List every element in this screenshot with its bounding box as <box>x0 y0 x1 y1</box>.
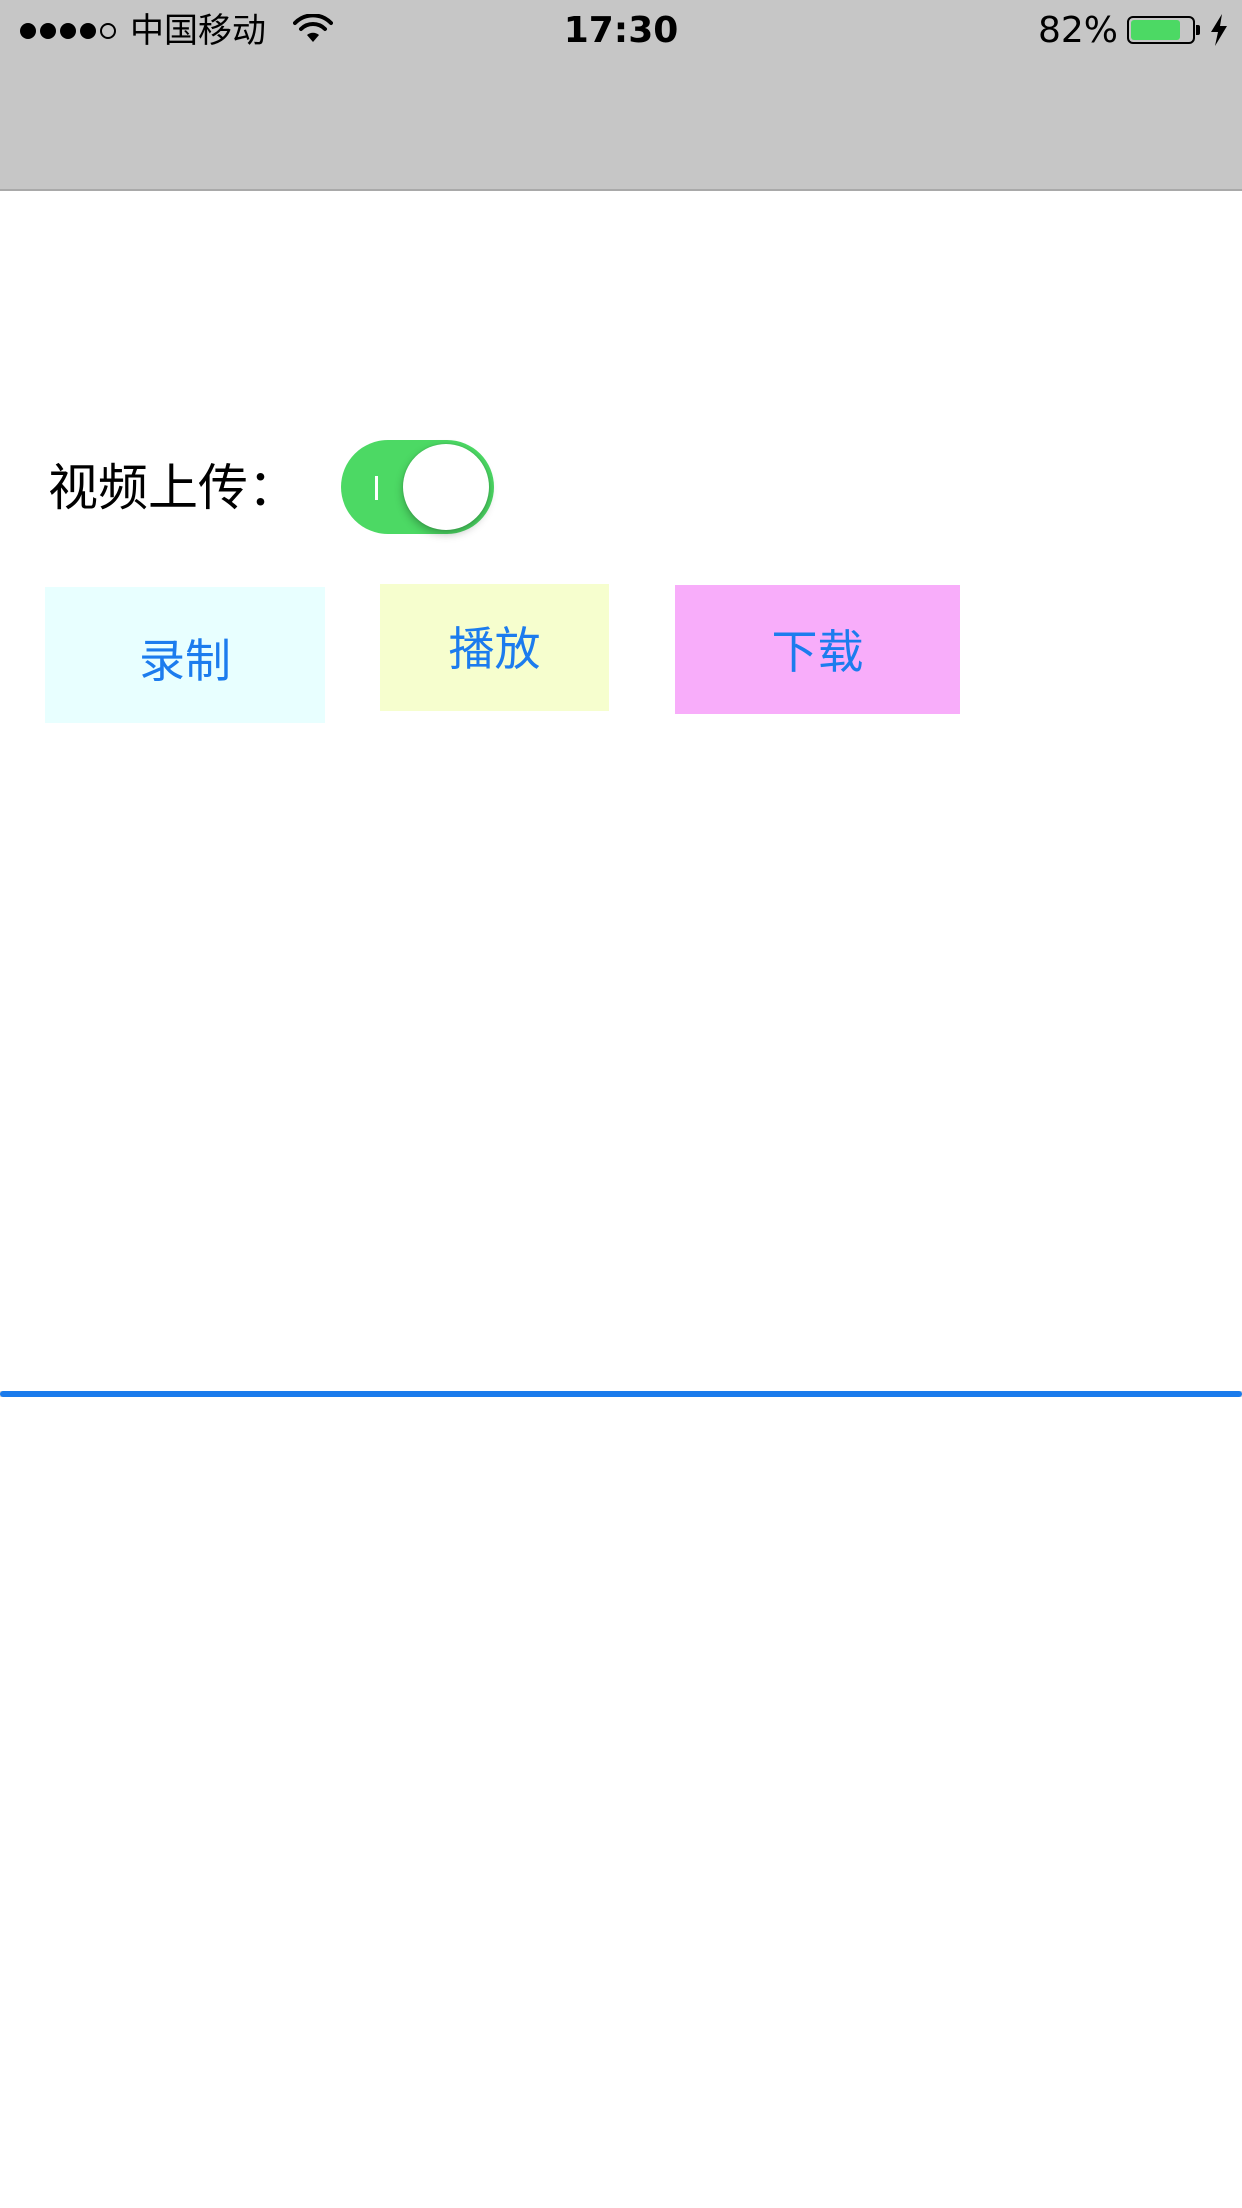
download-button[interactable]: 下载 <box>675 585 960 714</box>
status-bar: 中国移动 17:30 82% <box>0 0 1242 62</box>
video-upload-toggle[interactable] <box>341 440 494 534</box>
battery-percentage: 82% <box>1037 10 1118 51</box>
toggle-knob[interactable] <box>403 444 489 530</box>
toggle-on-indicator <box>375 476 378 500</box>
navigation-bar: 中国移动 17:30 82% <box>0 0 1242 191</box>
download-button-label: 下载 <box>771 624 864 679</box>
battery-terminal <box>1196 25 1200 35</box>
charging-bolt-icon <box>1211 14 1227 46</box>
record-button-label: 录制 <box>139 634 231 688</box>
upload-progress-fill <box>0 1391 1242 1397</box>
video-upload-label: 视频上传： <box>48 459 298 517</box>
battery-level-fill <box>1131 20 1181 40</box>
battery-icon <box>1127 16 1195 44</box>
play-button[interactable]: 播放 <box>380 584 609 711</box>
upload-progress-bar <box>0 1391 1242 1397</box>
play-button-label: 播放 <box>448 621 541 676</box>
record-button[interactable]: 录制 <box>45 587 325 723</box>
